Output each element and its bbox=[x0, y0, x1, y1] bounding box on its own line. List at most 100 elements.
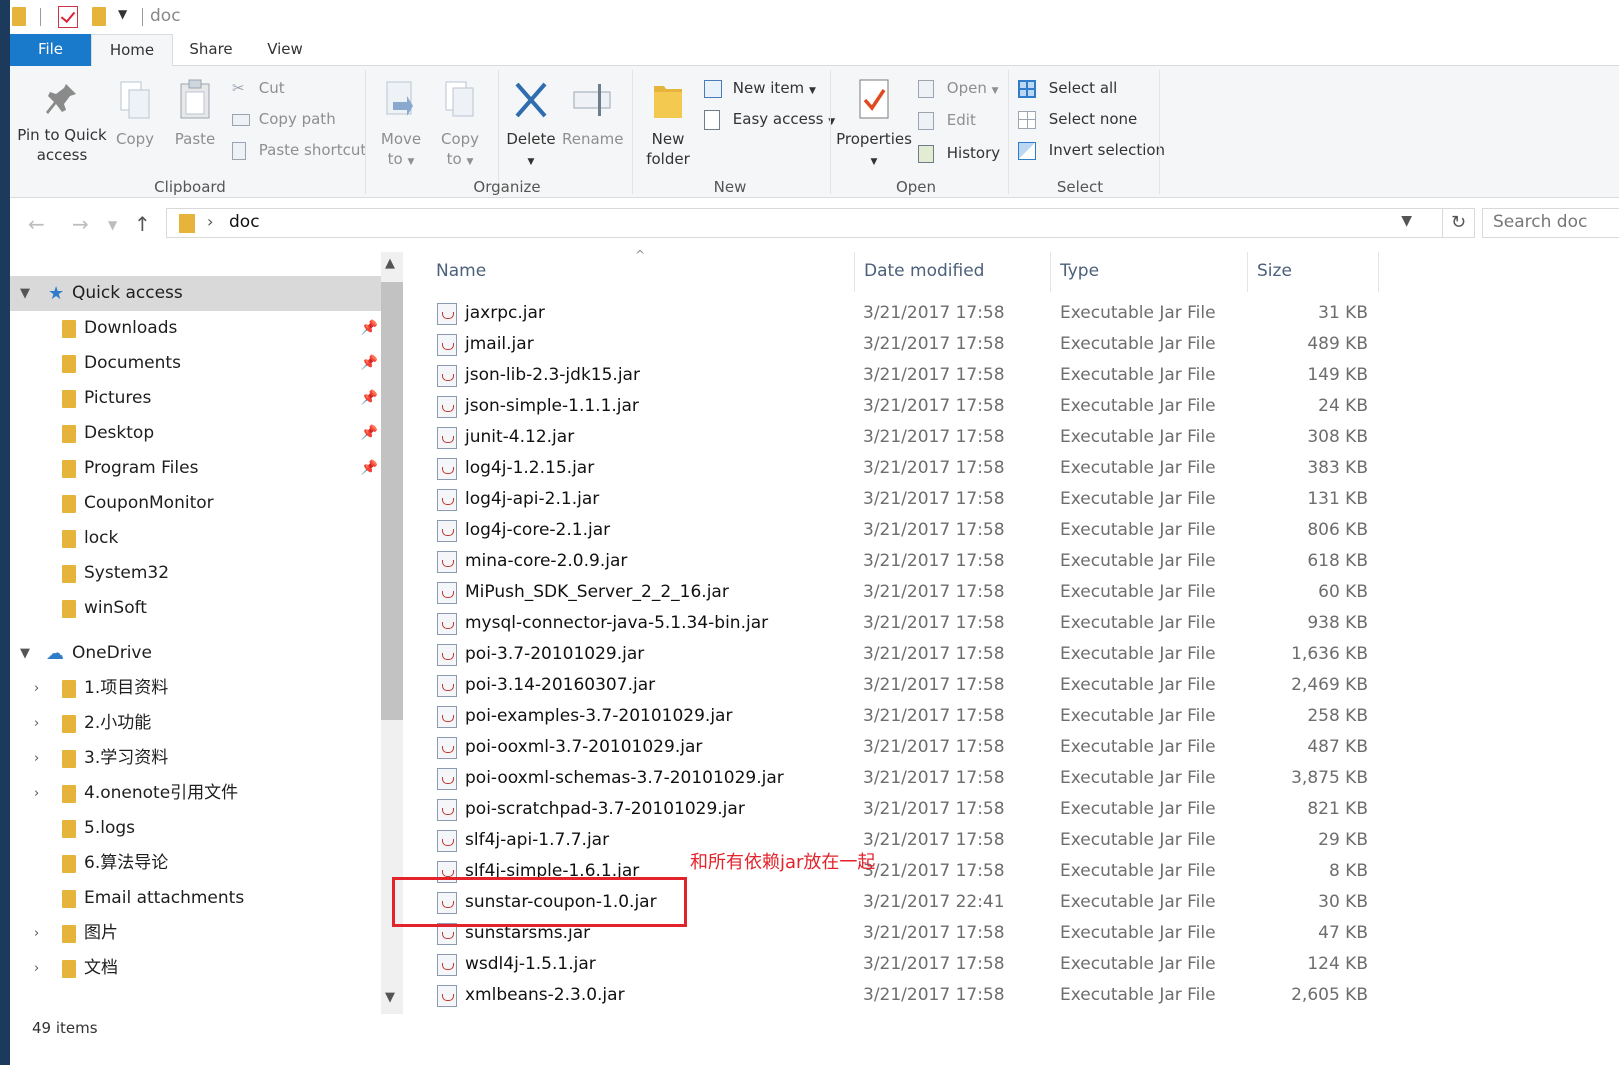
tree-item-quick-access-entry[interactable]: Documents 📌 bbox=[10, 346, 382, 381]
file-name[interactable]: poi-scratchpad-3.7-20101029.jar bbox=[465, 799, 745, 819]
customize-toolbar-chevron-icon[interactable]: ▼ bbox=[118, 7, 127, 21]
select-all-button[interactable]: Select all bbox=[1018, 76, 1117, 100]
file-name[interactable]: jaxrpc.jar bbox=[465, 303, 545, 323]
file-name[interactable]: log4j-api-2.1.jar bbox=[465, 489, 599, 509]
expand-chevron-icon[interactable]: ▼ bbox=[20, 276, 30, 311]
address-bar[interactable]: › doc ▼ bbox=[166, 208, 1443, 238]
pin-icon[interactable]: 📌 bbox=[361, 416, 378, 451]
tree-item-onedrive-entry[interactable]: › 图片 bbox=[10, 916, 382, 951]
expand-chevron-icon[interactable]: › bbox=[34, 671, 39, 706]
tree-item-quick-access-entry[interactable]: System32 bbox=[10, 556, 382, 591]
file-row[interactable]: jaxrpc.jar 3/21/2017 17:58 Executable Jar … bbox=[403, 299, 1383, 330]
file-name[interactable]: junit-4.12.jar bbox=[465, 427, 574, 447]
file-name[interactable]: slf4j-api-1.7.7.jar bbox=[465, 830, 609, 850]
scroll-up-chevron-icon[interactable]: ▲ bbox=[385, 256, 395, 271]
paste-shortcut-button[interactable]: Paste shortcut bbox=[232, 138, 366, 162]
expand-chevron-icon[interactable]: › bbox=[34, 916, 39, 951]
pin-icon[interactable]: 📌 bbox=[361, 381, 378, 416]
select-none-button[interactable]: Select none bbox=[1018, 107, 1137, 131]
copy-to-button[interactable]: Copy to ▼ bbox=[435, 78, 485, 172]
tab-home[interactable]: Home bbox=[91, 34, 173, 67]
tree-item-onedrive-entry[interactable]: › 3.学习资料 bbox=[10, 741, 382, 776]
file-row[interactable]: mysql-connector-java-5.1.34-bin.jar 3/21/… bbox=[403, 609, 1383, 640]
file-row[interactable]: json-lib-2.3-jdk15.jar 3/21/2017 17:58 Exe… bbox=[403, 361, 1383, 392]
copy-path-button[interactable]: Copy path bbox=[232, 107, 336, 131]
tree-item-onedrive-entry[interactable]: › 4.onenote引用文件 bbox=[10, 776, 382, 811]
column-header-date[interactable]: Date modified bbox=[864, 261, 984, 281]
file-row[interactable]: xmlbeans-2.3.0.jar 3/21/2017 17:58 Executa… bbox=[403, 981, 1383, 1012]
file-name[interactable]: poi-examples-3.7-20101029.jar bbox=[465, 706, 732, 726]
paste-button[interactable]: Paste bbox=[170, 78, 220, 149]
file-row[interactable]: poi-3.7-20101029.jar 3/21/2017 17:58 Execu… bbox=[403, 640, 1383, 671]
file-name[interactable]: json-lib-2.3-jdk15.jar bbox=[465, 365, 640, 385]
pin-icon[interactable]: 📌 bbox=[361, 346, 378, 381]
file-row[interactable]: log4j-1.2.15.jar 3/21/2017 17:58 Executabl… bbox=[403, 454, 1383, 485]
new-folder-button[interactable]: New folder bbox=[640, 78, 696, 169]
scroll-down-chevron-icon[interactable]: ▼ bbox=[385, 990, 395, 1005]
file-row[interactable]: log4j-api-2.1.jar 3/21/2017 17:58 Executab… bbox=[403, 485, 1383, 516]
file-name[interactable]: mina-core-2.0.9.jar bbox=[465, 551, 627, 571]
recent-locations-chevron-icon[interactable]: ▼ bbox=[108, 218, 117, 232]
search-input[interactable]: Search doc bbox=[1482, 208, 1619, 238]
tree-item-quick-access-entry[interactable]: CouponMonitor bbox=[10, 486, 382, 521]
expand-chevron-icon[interactable]: ▼ bbox=[20, 636, 30, 671]
copy-button[interactable]: Copy bbox=[110, 78, 160, 149]
file-name[interactable]: xmlbeans-2.3.0.jar bbox=[465, 985, 625, 1005]
tree-item-quick-access-entry[interactable]: winSoft bbox=[10, 591, 382, 626]
file-name[interactable]: MiPush_SDK_Server_2_2_16.jar bbox=[465, 582, 729, 602]
breadcrumb-chevron-icon[interactable]: › bbox=[207, 212, 213, 231]
new-item-button[interactable]: New item ▼ bbox=[704, 76, 816, 100]
expand-chevron-icon[interactable]: › bbox=[34, 951, 39, 986]
cut-button[interactable]: ✂ Cut bbox=[232, 76, 285, 100]
tree-item-quick-access-entry[interactable]: Program Files 📌 bbox=[10, 451, 382, 486]
expand-chevron-icon[interactable]: › bbox=[34, 706, 39, 741]
tree-item-quick-access-entry[interactable]: Pictures 📌 bbox=[10, 381, 382, 416]
file-name[interactable]: json-simple-1.1.1.jar bbox=[465, 396, 639, 416]
easy-access-button[interactable]: Easy access ▼ bbox=[704, 107, 835, 131]
tree-item-onedrive-entry[interactable]: › 1.项目资料 bbox=[10, 671, 382, 706]
file-name[interactable]: poi-ooxml-schemas-3.7-20101029.jar bbox=[465, 768, 784, 788]
file-name[interactable]: jmail.jar bbox=[465, 334, 534, 354]
move-to-button[interactable]: Move to ▼ bbox=[376, 78, 426, 172]
pin-icon[interactable]: 📌 bbox=[361, 311, 378, 346]
tab-file[interactable]: File bbox=[10, 34, 91, 66]
file-name[interactable]: poi-3.14-20160307.jar bbox=[465, 675, 655, 695]
tree-item-onedrive-entry[interactable]: 5.logs bbox=[10, 811, 382, 846]
file-name[interactable]: log4j-core-2.1.jar bbox=[465, 520, 610, 540]
file-row[interactable]: mina-core-2.0.9.jar 3/21/2017 17:58 Execut… bbox=[403, 547, 1383, 578]
new-folder-icon[interactable] bbox=[92, 7, 106, 26]
file-row[interactable]: slf4j-api-1.7.7.jar 3/21/2017 17:58 Execut… bbox=[403, 826, 1383, 857]
delete-button[interactable]: Delete ▼ bbox=[506, 78, 556, 172]
tree-item-quick-access-entry[interactable]: Downloads 📌 bbox=[10, 311, 382, 346]
expand-chevron-icon[interactable]: › bbox=[34, 776, 39, 811]
file-row[interactable]: log4j-core-2.1.jar 3/21/2017 17:58 Executa… bbox=[403, 516, 1383, 547]
file-row[interactable]: json-simple-1.1.1.jar 3/21/2017 17:58 Exec… bbox=[403, 392, 1383, 423]
column-header-type[interactable]: Type bbox=[1060, 261, 1099, 281]
properties-check-icon[interactable] bbox=[58, 6, 78, 28]
column-separator[interactable] bbox=[1247, 252, 1248, 292]
column-separator[interactable] bbox=[854, 252, 855, 292]
tree-item-quick-access-entry[interactable]: Desktop 📌 bbox=[10, 416, 382, 451]
file-row[interactable]: poi-ooxml-schemas-3.7-20101029.jar 3/21/2… bbox=[403, 764, 1383, 795]
column-header-size[interactable]: Size bbox=[1257, 261, 1292, 281]
tree-item-onedrive[interactable]: ▼ ☁ OneDrive bbox=[10, 636, 382, 671]
properties-button[interactable]: Properties ▼ bbox=[836, 78, 912, 172]
edit-button[interactable]: Edit bbox=[918, 108, 976, 132]
tree-item-quick-access[interactable]: ▼ ★ Quick access bbox=[10, 276, 382, 311]
file-name[interactable]: mysql-connector-java-5.1.34-bin.jar bbox=[465, 613, 768, 633]
file-row[interactable]: jmail.jar 3/21/2017 17:58 Executable Jar F… bbox=[403, 330, 1383, 361]
address-dropdown-chevron-icon[interactable]: ▼ bbox=[1401, 213, 1412, 229]
column-separator[interactable] bbox=[1378, 252, 1379, 292]
column-separator[interactable] bbox=[1050, 252, 1051, 292]
tree-item-onedrive-entry[interactable]: › 2.小功能 bbox=[10, 706, 382, 741]
rename-button[interactable]: Rename bbox=[562, 78, 624, 149]
breadcrumb-doc[interactable]: doc bbox=[229, 212, 260, 232]
refresh-icon[interactable]: ↻ bbox=[1443, 208, 1475, 238]
up-arrow-icon[interactable]: ↑ bbox=[134, 212, 151, 236]
file-row[interactable]: poi-scratchpad-3.7-20101029.jar 3/21/2017… bbox=[403, 795, 1383, 826]
file-row[interactable]: wsdl4j-1.5.1.jar 3/21/2017 17:58 Executabl… bbox=[403, 950, 1383, 981]
back-arrow-icon[interactable]: ← bbox=[28, 212, 45, 236]
file-row[interactable]: MiPush_SDK_Server_2_2_16.jar 3/21/2017 17… bbox=[403, 578, 1383, 609]
expand-chevron-icon[interactable]: › bbox=[34, 741, 39, 776]
tree-item-onedrive-entry[interactable]: 6.算法导论 bbox=[10, 846, 382, 881]
